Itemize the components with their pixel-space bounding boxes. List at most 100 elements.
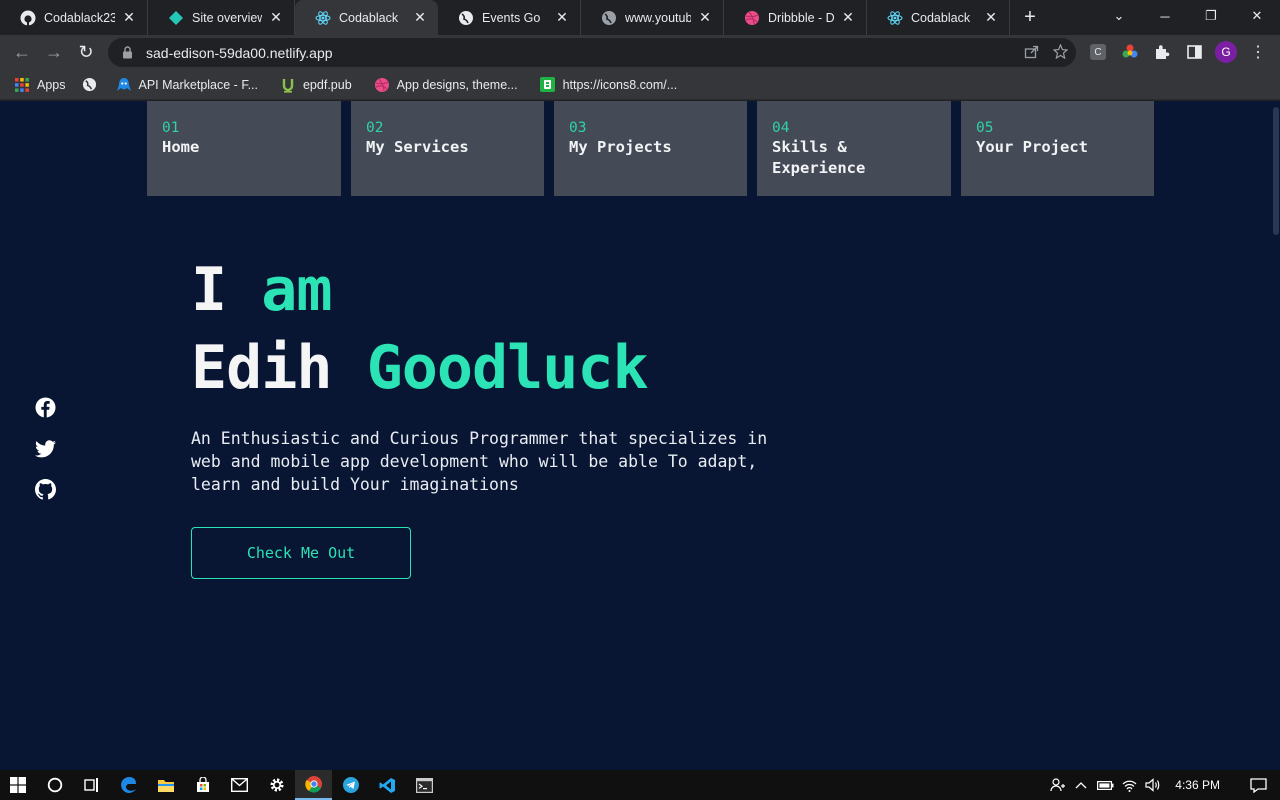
minimize-button[interactable]: ─	[1142, 0, 1188, 32]
tab-site-overview[interactable]: Site overview | ✕	[148, 0, 295, 35]
back-button[interactable]: ←	[6, 37, 38, 69]
epdf-icon	[280, 77, 296, 93]
mail-icon[interactable]	[221, 770, 258, 800]
tab-dribbble[interactable]: Dribbble - Disc ✕	[724, 0, 867, 35]
browser-toolbar: ← → ↻ sad-edison-59da00.netlify.app C G …	[0, 35, 1280, 70]
extension-c-icon[interactable]: C	[1084, 38, 1112, 66]
bookmark-epdf[interactable]: epdf.pub	[280, 77, 352, 93]
nav-card-projects[interactable]: 03 My Projects	[554, 101, 747, 196]
search-icon[interactable]	[36, 770, 73, 800]
page-viewport: 01 Home 02 My Services 03 My Projects 04…	[0, 101, 1280, 770]
nav-label: Skills & Experience	[772, 138, 866, 177]
chrome-taskbar-icon[interactable]	[295, 770, 332, 800]
wifi-icon[interactable]	[1117, 779, 1141, 792]
volume-icon[interactable]	[1141, 778, 1165, 792]
social-links	[35, 397, 56, 500]
share-icon[interactable]	[1024, 44, 1039, 62]
action-center-icon[interactable]	[1236, 777, 1280, 793]
section-nav: 01 Home 02 My Services 03 My Projects 04…	[147, 101, 1154, 196]
terminal-icon[interactable]	[406, 770, 443, 800]
nav-card-skills[interactable]: 04 Skills & Experience	[757, 101, 951, 196]
reload-button[interactable]: ↻	[70, 37, 102, 69]
color-picker-extension-icon[interactable]	[1116, 38, 1144, 66]
tab-search-icon[interactable]: ⌄	[1096, 0, 1142, 32]
close-window-button[interactable]: ✕	[1234, 0, 1280, 32]
react-icon	[887, 10, 903, 26]
restore-button[interactable]: ❐	[1188, 0, 1234, 32]
bookmark-api-marketplace[interactable]: API Marketplace - F...	[116, 77, 258, 93]
tab-events-go[interactable]: Events Go ✕	[438, 0, 581, 35]
side-panel-icon[interactable]	[1180, 38, 1208, 66]
nav-label: My Services	[366, 138, 469, 156]
hero-heading-accent: Goodluck	[366, 333, 649, 403]
address-bar[interactable]: sad-edison-59da00.netlify.app	[108, 38, 1076, 67]
hero-heading-line-2: Edih Goodluck	[191, 329, 781, 407]
people-icon[interactable]	[1045, 778, 1069, 792]
new-tab-button[interactable]: +	[1010, 0, 1050, 35]
bookmarks-bar: Apps API Marketplace - F... epdf.pub App…	[0, 70, 1280, 100]
edge-browser-icon[interactable]	[110, 770, 147, 800]
close-icon[interactable]: ✕	[697, 9, 713, 26]
bookmark-label: https://icons8.com/...	[562, 77, 678, 92]
bookmark-dribbble[interactable]: App designs, theme...	[374, 77, 518, 93]
bookmark-star-icon[interactable]	[1052, 42, 1069, 62]
nav-card-your-project[interactable]: 05 Your Project	[961, 101, 1154, 196]
tab-title: Codablack	[911, 10, 971, 25]
tab-title: Events Go	[482, 10, 541, 25]
nav-label: Home	[162, 138, 200, 156]
tab-youtube[interactable]: www.youtube.c ✕	[581, 0, 724, 35]
hero-description: An Enthusiastic and Curious Programmer t…	[191, 429, 768, 494]
github-icon[interactable]	[35, 479, 56, 500]
battery-icon[interactable]	[1093, 780, 1117, 791]
nav-number: 05	[976, 120, 994, 136]
bookmark-globe[interactable]	[82, 77, 98, 93]
tab-title: Site overview |	[192, 10, 262, 25]
scrollbar-thumb[interactable]	[1273, 107, 1279, 235]
tab-title: www.youtube.c	[625, 10, 691, 25]
taskbar-clock[interactable]: 4:36 PM	[1165, 778, 1236, 792]
vscode-icon[interactable]	[369, 770, 406, 800]
tab-github[interactable]: Codablack23/h ✕	[0, 0, 148, 35]
netlify-icon	[168, 10, 184, 26]
tab-codablack-active[interactable]: Codablack ✕	[295, 0, 438, 35]
globe-icon	[601, 10, 617, 26]
forward-button[interactable]: →	[38, 37, 70, 69]
bookmark-apps[interactable]: Apps	[14, 77, 66, 93]
nav-card-services[interactable]: 02 My Services	[351, 101, 544, 196]
close-icon[interactable]: ✕	[268, 9, 284, 26]
apps-grid-icon	[14, 77, 30, 93]
twitter-icon[interactable]	[35, 438, 56, 459]
settings-gear-icon[interactable]	[258, 770, 295, 800]
menu-kebab-icon[interactable]: ⋮	[1244, 38, 1272, 66]
bookmark-label: Apps	[37, 77, 66, 92]
nav-card-home[interactable]: 01 Home	[147, 101, 341, 196]
close-icon[interactable]: ✕	[554, 9, 570, 26]
close-icon[interactable]: ✕	[412, 9, 428, 26]
page-scrollbar[interactable]	[1272, 101, 1280, 770]
extensions-puzzle-icon[interactable]	[1148, 38, 1176, 66]
task-view-icon[interactable]	[73, 770, 110, 800]
telegram-icon[interactable]	[332, 770, 369, 800]
windows-taskbar: 4:36 PM	[0, 770, 1280, 800]
facebook-icon[interactable]	[35, 397, 56, 418]
nav-label: My Projects	[569, 138, 672, 156]
tab-codablack[interactable]: Codablack ✕	[867, 0, 1010, 35]
file-explorer-icon[interactable]	[147, 770, 184, 800]
hero-heading-line-1: I am	[191, 251, 781, 329]
profile-avatar[interactable]: G	[1212, 38, 1240, 66]
bookmark-label: API Marketplace - F...	[138, 77, 258, 92]
store-icon[interactable]	[184, 770, 221, 800]
globe-icon	[82, 77, 98, 93]
bookmark-icons8[interactable]: https://icons8.com/...	[540, 77, 678, 93]
chevron-up-icon[interactable]	[1069, 781, 1093, 789]
bookmark-label: epdf.pub	[302, 77, 352, 92]
windows-start-icon[interactable]	[0, 770, 36, 800]
icons8-icon	[540, 77, 556, 93]
close-icon[interactable]: ✕	[983, 9, 999, 26]
dribbble-icon	[374, 77, 390, 93]
nav-number: 01	[162, 120, 180, 136]
check-me-out-button[interactable]: Check Me Out	[191, 527, 411, 579]
close-icon[interactable]: ✕	[840, 9, 856, 26]
lock-icon	[120, 46, 134, 60]
close-icon[interactable]: ✕	[121, 9, 137, 26]
